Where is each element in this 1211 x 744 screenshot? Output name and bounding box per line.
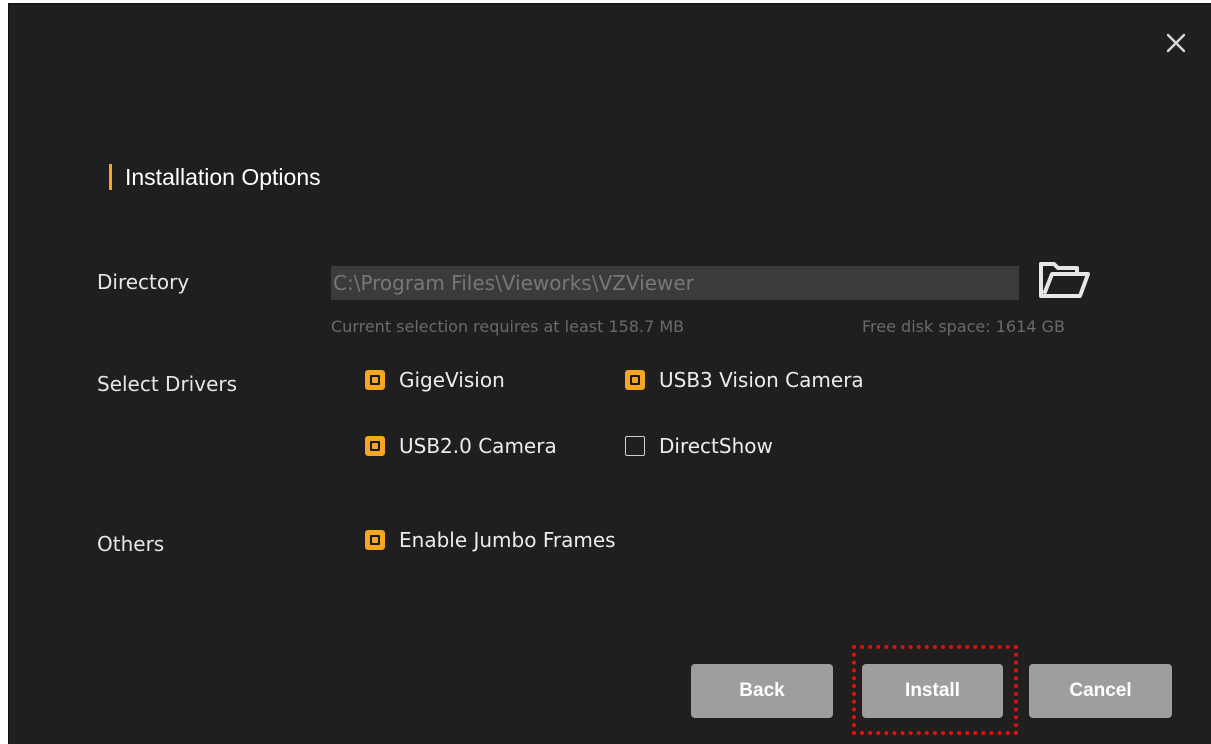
checkbox-checked-icon[interactable] — [365, 370, 385, 390]
others-label: Others — [97, 532, 165, 556]
checkbox-checked-icon[interactable] — [365, 530, 385, 550]
section-title-text: Installation Options — [125, 163, 321, 190]
cancel-button[interactable]: Cancel — [1029, 664, 1172, 718]
directory-input[interactable] — [331, 266, 1019, 300]
install-button[interactable]: Install — [862, 664, 1003, 718]
checkbox-checked-icon[interactable] — [625, 370, 645, 390]
checkbox-directshow[interactable]: DirectShow — [625, 434, 773, 458]
checkbox-gigevision[interactable]: GigeVision — [365, 368, 505, 392]
select-drivers-label: Select Drivers — [97, 372, 238, 396]
checkbox-usb3-vision[interactable]: USB3 Vision Camera — [625, 368, 864, 392]
back-button[interactable]: Back — [691, 664, 833, 718]
folder-open-icon[interactable] — [1036, 256, 1092, 302]
free-space-text: Free disk space: 1614 GB — [862, 317, 1065, 336]
checkbox-checked-icon[interactable] — [365, 436, 385, 456]
checkbox-label: USB2.0 Camera — [399, 434, 557, 458]
checkbox-label: USB3 Vision Camera — [659, 368, 864, 392]
close-icon[interactable] — [1159, 26, 1193, 60]
checkbox-label: Enable Jumbo Frames — [399, 528, 616, 552]
checkbox-usb2-camera[interactable]: USB2.0 Camera — [365, 434, 557, 458]
section-title: Installation Options — [109, 161, 321, 193]
checkbox-label: DirectShow — [659, 434, 773, 458]
required-space-text: Current selection requires at least 158.… — [331, 317, 685, 336]
directory-label: Directory — [97, 270, 190, 294]
title-accent-bar — [109, 164, 112, 190]
checkbox-unchecked-icon[interactable] — [625, 436, 645, 456]
checkbox-jumbo-frames[interactable]: Enable Jumbo Frames — [365, 528, 616, 552]
installer-dialog: Installation Options Directory Current s… — [8, 3, 1211, 744]
checkbox-label: GigeVision — [399, 368, 505, 392]
